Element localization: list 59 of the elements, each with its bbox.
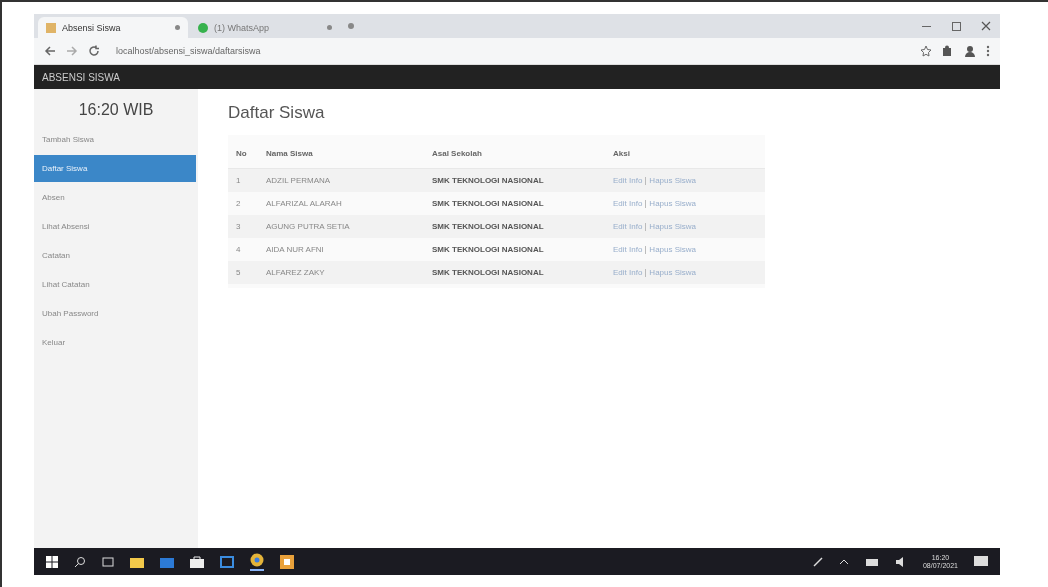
action-link[interactable]: Hapus Siswa [649,268,697,277]
sidebar-item[interactable]: Catatan [34,242,198,269]
app-icon[interactable] [280,554,294,569]
browser-tab[interactable]: Absensi Siswa [38,17,188,38]
table-cell: 5 [228,261,258,284]
sidebar-item[interactable]: Ubah Password [34,300,198,327]
table-cell: SMK TEKNOLOGI NASIONAL [424,192,605,215]
notification-icon[interactable] [974,555,988,568]
table-cell: ALFAREZ ZAKY [258,261,424,284]
reload-icon[interactable] [88,45,100,57]
more-icon[interactable] [986,45,990,57]
app-title: ABSENSI SISWA [42,71,120,83]
sidebar-item[interactable]: Absen [34,184,198,211]
back-icon[interactable] [44,45,56,57]
sidebar-item[interactable]: Tambah Siswa [34,126,198,153]
column-header: Aksi [605,139,765,169]
column-header: No [228,139,258,169]
action-link[interactable]: Edit Info [613,176,643,185]
chrome-icon[interactable] [250,552,264,571]
sidebar-item[interactable]: Lihat Absensi [34,213,198,240]
table-cell: 4 [228,238,258,261]
table-cell: SMK TEKNOLOGI NASIONAL [424,168,605,192]
table-cell: ADZIL PERMANA [258,168,424,192]
action-link[interactable]: Hapus Siswa [649,199,697,208]
browser-tab[interactable]: (1) WhatsApp [190,17,340,38]
sidebar-item[interactable]: Keluar [34,329,198,356]
table-cell: 1 [228,168,258,192]
page-title: Daftar Siswa [228,103,326,123]
action-link[interactable]: Edit Info [613,245,643,254]
action-link[interactable]: Hapus Siswa [649,245,697,254]
table-cell: AGUNG PUTRA SETIA [258,215,424,238]
address-bar[interactable]: localhost/absensi_siswa/daftarsiswa [110,44,267,58]
action-link[interactable]: Edit Info [613,268,643,277]
table-cell: SMK TEKNOLOGI NASIONAL [424,238,605,261]
mail-icon[interactable] [160,555,174,568]
search-icon[interactable] [74,555,86,568]
table-cell: SMK TEKNOLOGI NASIONAL [424,261,605,284]
profile-icon[interactable] [964,45,976,57]
folder-icon[interactable] [130,555,144,568]
action-link[interactable]: Edit Info [613,199,643,208]
action-link[interactable]: Hapus Siswa [649,222,697,231]
action-link[interactable]: Hapus Siswa [649,176,697,185]
table-cell: ALFARIZAL ALARAH [258,192,424,215]
column-header: Asal Sekolah [424,139,605,169]
table-cell: 2 [228,192,258,215]
pen-icon[interactable] [812,556,823,567]
action-link[interactable]: Edit Info [613,222,643,231]
clock-text: 16:20 WIB [78,101,154,119]
table-cell: AIDA NUR AFNI [258,238,424,261]
windows-icon[interactable] [46,555,58,568]
task-view-icon[interactable] [102,555,114,568]
bag-icon[interactable] [190,555,204,568]
network-icon[interactable] [864,556,879,567]
star-icon[interactable] [920,45,932,57]
column-header: Nama Siswa [258,139,424,169]
sidebar-item[interactable]: Daftar Siswa [34,155,196,182]
sidebar-item[interactable]: Lihat Catatan [34,271,198,298]
table-cell: 3 [228,215,258,238]
table-cell: SMK TEKNOLOGI NASIONAL [424,215,605,238]
